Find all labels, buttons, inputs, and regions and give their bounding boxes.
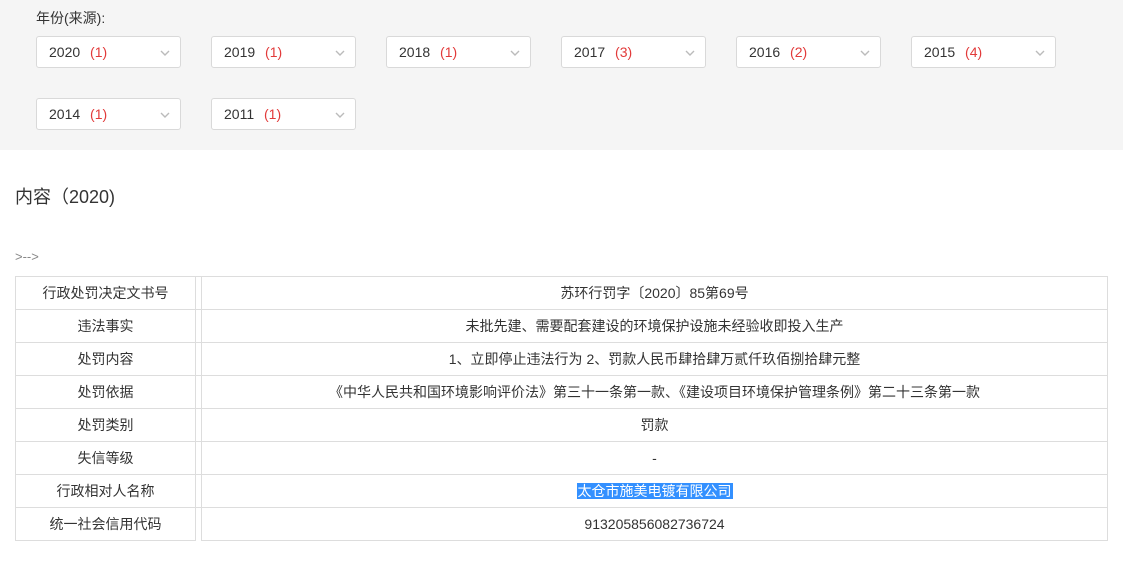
year-text: 2020 [49, 44, 80, 60]
year-text: 2011 [224, 106, 254, 122]
detail-table-body: 行政处罚决定文书号苏环行罚字〔2020〕85第69号违法事实未批先建、需要配套建… [16, 277, 1108, 541]
row-value: 罚款 [202, 409, 1108, 442]
table-row: 处罚内容1、立即停止违法行为 2、罚款人民币肆拾肆万贰仟玖佰捌拾肆元整 [16, 343, 1108, 376]
table-row: 处罚依据《中华人民共和国环境影响评价法》第三十一条第一款、《建设项目环境保护管理… [16, 376, 1108, 409]
row-label: 处罚依据 [16, 376, 196, 409]
row-value: 913205856082736724 [202, 508, 1108, 541]
year-text: 2017 [574, 44, 605, 60]
filter-label: 年份(来源): [20, 8, 1103, 28]
chevron-down-icon [160, 45, 170, 59]
year-count: (3) [615, 44, 632, 60]
year-text: 2016 [749, 44, 780, 60]
highlighted-text: 太仓市施美电镀有限公司 [577, 483, 733, 499]
table-row: 行政处罚决定文书号苏环行罚字〔2020〕85第69号 [16, 277, 1108, 310]
filter-section: 年份(来源): 2020 (1)2019 (1)2018 (1)2017 (3)… [0, 0, 1123, 153]
year-count: (1) [90, 44, 107, 60]
row-value: 苏环行罚字〔2020〕85第69号 [202, 277, 1108, 310]
row-label: 处罚内容 [16, 343, 196, 376]
chevron-down-icon [860, 45, 870, 59]
table-row: 失信等级- [16, 442, 1108, 475]
table-row: 统一社会信用代码913205856082736724 [16, 508, 1108, 541]
content-marker: >--> [15, 249, 1108, 264]
row-value: - [202, 442, 1108, 475]
year-select-2019[interactable]: 2019 (1) [211, 36, 356, 68]
detail-table: 行政处罚决定文书号苏环行罚字〔2020〕85第69号违法事实未批先建、需要配套建… [15, 276, 1108, 541]
year-count: (1) [90, 106, 107, 122]
year-count: (1) [265, 44, 282, 60]
year-text: 2014 [49, 106, 80, 122]
row-label: 行政处罚决定文书号 [16, 277, 196, 310]
year-select-2018[interactable]: 2018 (1) [386, 36, 531, 68]
chevron-down-icon [160, 107, 170, 121]
chevron-down-icon [335, 107, 345, 121]
year-select-2011[interactable]: 2011 (1) [211, 98, 356, 130]
chevron-down-icon [335, 45, 345, 59]
table-row: 处罚类别罚款 [16, 409, 1108, 442]
year-text: 2015 [924, 44, 955, 60]
row-value: 太仓市施美电镀有限公司 [202, 475, 1108, 508]
chevron-down-icon [1035, 45, 1045, 59]
row-label: 处罚类别 [16, 409, 196, 442]
content-title: 内容（2020) [15, 183, 1108, 209]
year-count: (1) [264, 106, 281, 122]
year-count: (4) [965, 44, 982, 60]
year-text: 2018 [399, 44, 430, 60]
year-selectors: 2020 (1)2019 (1)2018 (1)2017 (3)2016 (2)… [20, 36, 1103, 130]
year-select-2020[interactable]: 2020 (1) [36, 36, 181, 68]
year-select-2015[interactable]: 2015 (4) [911, 36, 1056, 68]
year-count: (1) [440, 44, 457, 60]
year-select-2017[interactable]: 2017 (3) [561, 36, 706, 68]
year-select-2014[interactable]: 2014 (1) [36, 98, 181, 130]
table-row: 行政相对人名称 太仓市施美电镀有限公司 [16, 475, 1108, 508]
row-label: 行政相对人名称 [16, 475, 196, 508]
row-label: 统一社会信用代码 [16, 508, 196, 541]
row-value: 《中华人民共和国环境影响评价法》第三十一条第一款、《建设项目环境保护管理条例》第… [202, 376, 1108, 409]
row-label: 失信等级 [16, 442, 196, 475]
table-row: 违法事实未批先建、需要配套建设的环境保护设施未经验收即投入生产 [16, 310, 1108, 343]
year-count: (2) [790, 44, 807, 60]
content-section: 内容（2020) >--> 行政处罚决定文书号苏环行罚字〔2020〕85第69号… [0, 153, 1123, 541]
row-label: 违法事实 [16, 310, 196, 343]
year-text: 2019 [224, 44, 255, 60]
chevron-down-icon [685, 45, 695, 59]
year-select-2016[interactable]: 2016 (2) [736, 36, 881, 68]
row-value: 未批先建、需要配套建设的环境保护设施未经验收即投入生产 [202, 310, 1108, 343]
row-value: 1、立即停止违法行为 2、罚款人民币肆拾肆万贰仟玖佰捌拾肆元整 [202, 343, 1108, 376]
chevron-down-icon [510, 45, 520, 59]
